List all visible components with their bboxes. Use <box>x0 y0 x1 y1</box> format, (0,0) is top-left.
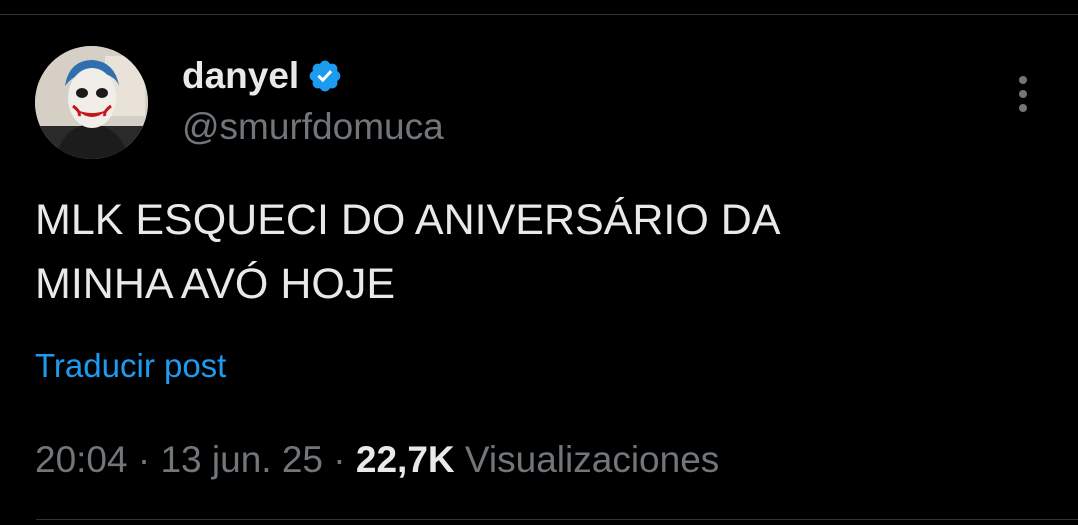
author-handle[interactable]: @smurfdomuca <box>182 103 444 151</box>
meta-separator: · <box>137 439 151 480</box>
top-divider <box>0 14 1078 15</box>
avatar[interactable] <box>35 46 148 159</box>
author-name-row: danyel <box>182 50 343 102</box>
avatar-image <box>35 46 148 159</box>
verified-badge-icon <box>307 58 343 94</box>
post-text: MLK ESQUECI DO ANIVERSÁRIO DA MINHA AVÓ … <box>35 196 781 308</box>
views-label[interactable]: Visualizaciones <box>465 439 719 480</box>
meta-separator: · <box>333 439 346 480</box>
display-name[interactable]: danyel <box>182 50 299 102</box>
post-meta: 20:04 · 13 jun. 25 · 22,7K Visualizacion… <box>35 432 719 488</box>
translate-post-link[interactable]: Traducir post <box>35 340 226 392</box>
post-date[interactable]: 13 jun. 25 <box>160 439 323 480</box>
post-time[interactable]: 20:04 <box>35 439 128 480</box>
views-count[interactable]: 22,7K <box>356 439 455 480</box>
more-options-icon[interactable] <box>1005 72 1041 116</box>
bottom-divider <box>36 519 1078 520</box>
